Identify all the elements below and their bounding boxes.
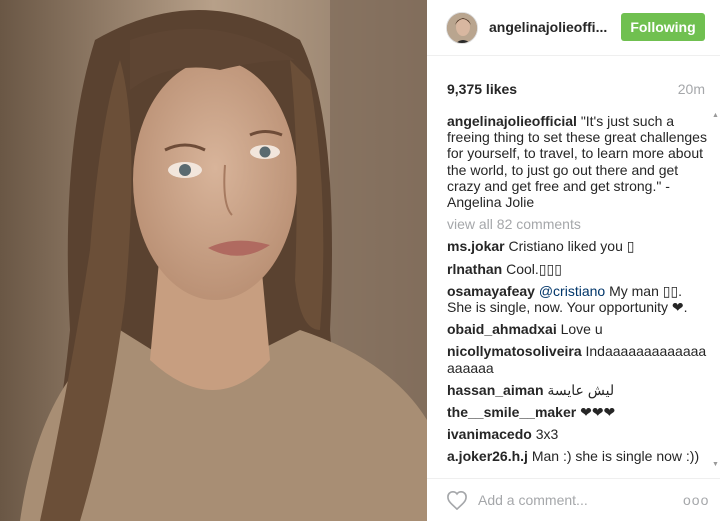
heart-icon[interactable] [446, 490, 468, 510]
comment-text: ❤❤❤ [580, 404, 616, 421]
comment-username[interactable]: obaid_ahmadxai [447, 321, 557, 337]
likes-row: 9,375 likes 20m [447, 81, 705, 97]
comment-username[interactable]: osamayafeay [447, 283, 535, 299]
scroll-up-icon[interactable]: ▲ [712, 112, 719, 119]
comment-text: Cool.▯▯▯ [506, 260, 562, 277]
comment-username[interactable]: the__smile__maker [447, 404, 576, 420]
list-item: ivanimacedo 3x3 [447, 426, 707, 442]
comment-text: Man :) she is single now :)) [531, 448, 700, 465]
more-options-icon[interactable]: ooo [683, 492, 709, 508]
caption: angelinajolieofficial "It's just such a … [447, 113, 707, 210]
username[interactable]: angelinajolieoffi... [489, 19, 607, 35]
comment-text: 3x3 [535, 426, 559, 443]
post-header: angelinajolieoffi... Following [427, 0, 720, 56]
comment-text: Love u [560, 321, 603, 338]
comment-bar: Add a comment... ooo [427, 478, 720, 521]
comment-username[interactable]: hassan_aiman [447, 382, 544, 398]
caption-username[interactable]: angelinajolieofficial [447, 113, 577, 129]
list-item: ms.jokar Cristiano liked you ▯ [447, 238, 707, 254]
likes-count[interactable]: 9,375 likes [447, 81, 517, 97]
list-item: rlnathan Cool.▯▯▯ [447, 261, 707, 277]
post-side-panel: angelinajolieoffi... Following 9,375 lik… [427, 0, 720, 521]
following-button[interactable]: Following [621, 13, 705, 41]
list-item: osamayafeay @cristiano My man ▯▯. She is… [447, 283, 707, 315]
comment-username[interactable]: ivanimacedo [447, 426, 532, 442]
comment-username[interactable]: a.joker26.h.j [447, 448, 528, 464]
comment-username[interactable]: ms.jokar [447, 238, 505, 254]
scroll-down-icon[interactable]: ▼ [712, 461, 719, 468]
list-item: a.joker26.h.j Man :) she is single now :… [447, 448, 707, 464]
timestamp[interactable]: 20m [678, 81, 705, 97]
comment-text: ليش عايسة [547, 381, 615, 398]
comment-text: Cristiano liked you ▯ [508, 238, 635, 255]
list-item: the__smile__maker ❤❤❤ [447, 404, 707, 420]
comments-list: angelinajolieofficial "It's just such a … [447, 113, 707, 468]
comment-mention[interactable]: @cristiano [539, 283, 605, 299]
list-item: nicollymatosoliveira Indaaaaaaaaaaaaaaaa… [447, 343, 707, 375]
comment-username[interactable]: rlnathan [447, 261, 502, 277]
avatar-image [447, 13, 477, 43]
avatar[interactable] [446, 12, 478, 44]
portrait-image [0, 0, 427, 521]
list-item: hassan_aiman ليش عايسة [447, 382, 707, 398]
comment-username[interactable]: nicollymatosoliveira [447, 343, 582, 359]
comments-scrollbar[interactable]: ▲ ▼ [712, 112, 719, 468]
post-photo[interactable] [0, 0, 427, 521]
list-item: obaid_ahmadxai Love u [447, 321, 707, 337]
view-all-comments-link[interactable]: view all 82 comments [447, 216, 707, 232]
add-comment-input[interactable]: Add a comment... [478, 492, 588, 508]
